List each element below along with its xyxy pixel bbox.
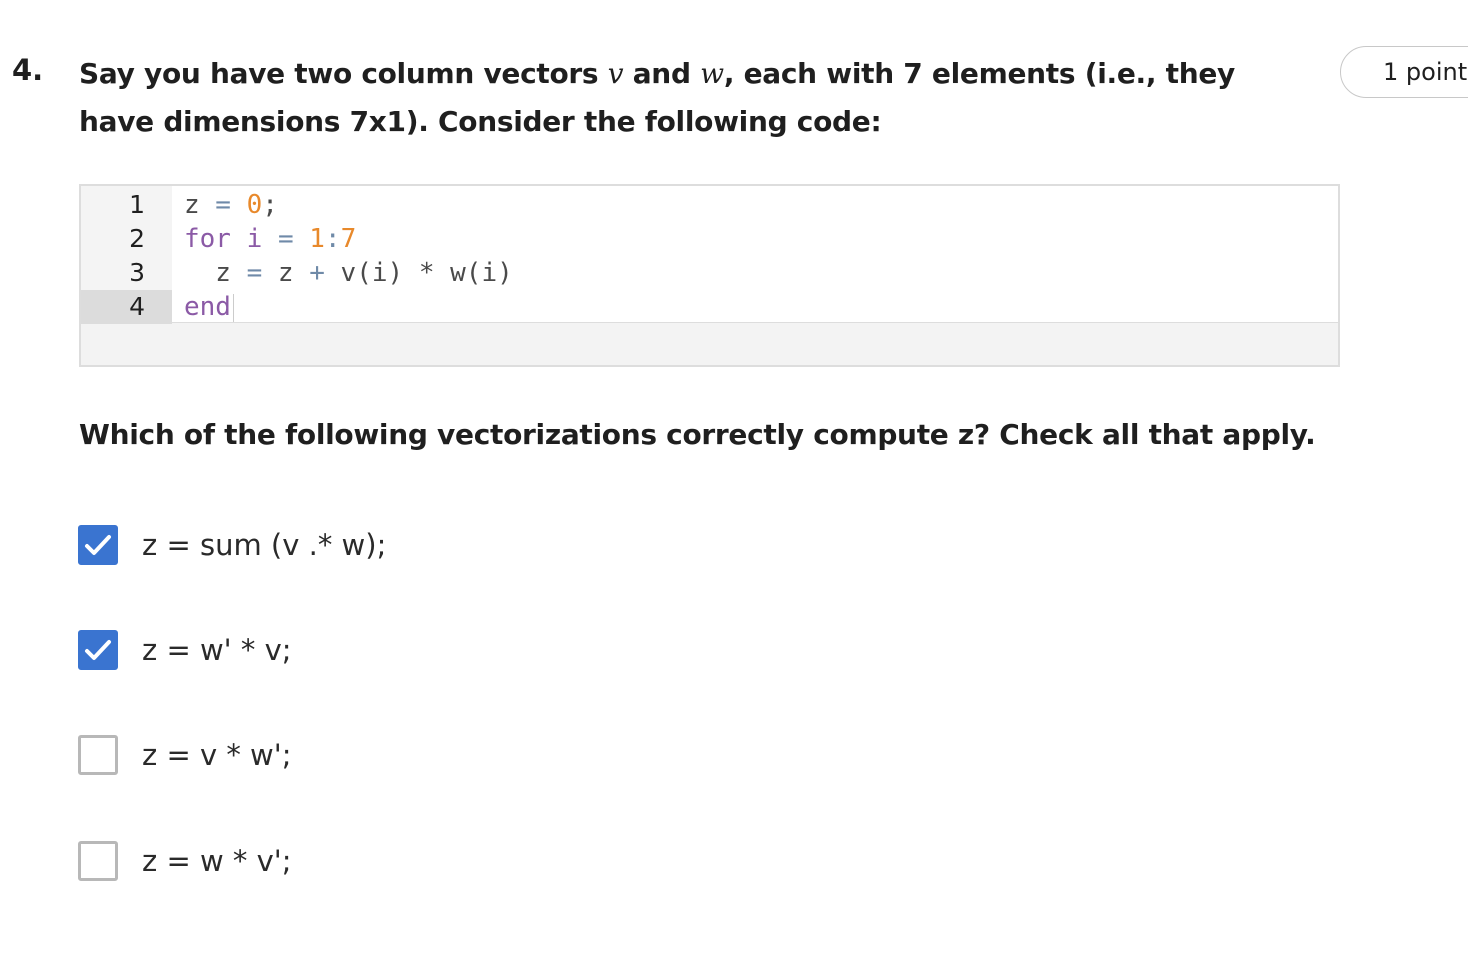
points-badge: 1 point bbox=[1340, 46, 1468, 98]
option-label[interactable]: z = w' * v; bbox=[142, 630, 292, 670]
code-token-operator: + bbox=[309, 258, 325, 288]
checkbox-unchecked[interactable] bbox=[78, 841, 118, 881]
code-token-number: 0 bbox=[246, 190, 263, 220]
code-token-var: i bbox=[230, 224, 278, 254]
code-token-var: z bbox=[184, 258, 247, 288]
code-token-punct: ; bbox=[262, 190, 278, 220]
math-var-v: v bbox=[607, 57, 624, 90]
code-block: 1 z = 0; 2 for i = 1:7 3 z = z + v(i) * … bbox=[79, 184, 1340, 367]
question-text-part1: Say you have two column vectors bbox=[79, 57, 608, 90]
option-label[interactable]: z = w * v'; bbox=[142, 841, 292, 881]
code-line-2: 2 for i = 1:7 bbox=[81, 222, 1338, 256]
line-number: 4 bbox=[81, 290, 172, 324]
code-line-3: 3 z = z + v(i) * w(i) bbox=[81, 256, 1338, 290]
code-token-number: 7 bbox=[340, 224, 357, 254]
checkmark-icon bbox=[85, 640, 111, 660]
checkmark-icon bbox=[85, 535, 111, 555]
code-token-expression: v(i) * w(i) bbox=[324, 258, 513, 288]
option-label[interactable]: z = sum (v .* w); bbox=[142, 525, 386, 565]
text-cursor bbox=[232, 293, 234, 322]
line-number: 3 bbox=[129, 258, 145, 287]
question-text: Say you have two column vectors v and w,… bbox=[79, 50, 1319, 146]
code-token-operator: = bbox=[277, 224, 294, 254]
code-text: for i = 1:7 bbox=[184, 222, 356, 256]
question-number: 4. bbox=[12, 53, 44, 87]
checkbox-checked[interactable] bbox=[78, 630, 118, 670]
code-token-var: z bbox=[184, 190, 200, 220]
code-line-4: 4 end bbox=[81, 290, 1338, 324]
line-number: 2 bbox=[129, 224, 145, 253]
question-text-part2: and bbox=[623, 57, 701, 90]
code-token-operator: = bbox=[199, 190, 247, 220]
option-label[interactable]: z = v * w'; bbox=[142, 735, 292, 775]
code-editor[interactable]: 1 z = 0; 2 for i = 1:7 3 z = z + v(i) * … bbox=[81, 186, 1338, 324]
math-var-w: w bbox=[700, 57, 724, 90]
checkbox-unchecked[interactable] bbox=[78, 735, 118, 775]
instruction-text: Which of the following vectorizations co… bbox=[79, 418, 1316, 451]
code-text: z = 0; bbox=[184, 188, 278, 222]
code-text: end bbox=[184, 290, 234, 324]
line-number: 1 bbox=[129, 190, 145, 219]
code-token-operator: = bbox=[246, 258, 263, 288]
code-token-keyword: end bbox=[184, 292, 231, 322]
checkbox-checked[interactable] bbox=[78, 525, 118, 565]
code-text: z = z + v(i) * w(i) bbox=[184, 256, 513, 290]
code-token-number: 1 bbox=[309, 224, 325, 254]
code-token-keyword: for bbox=[184, 224, 231, 254]
code-token-var: z bbox=[262, 258, 310, 288]
code-line-1: 1 z = 0; bbox=[81, 188, 1338, 222]
code-token-operator: : bbox=[324, 224, 341, 254]
